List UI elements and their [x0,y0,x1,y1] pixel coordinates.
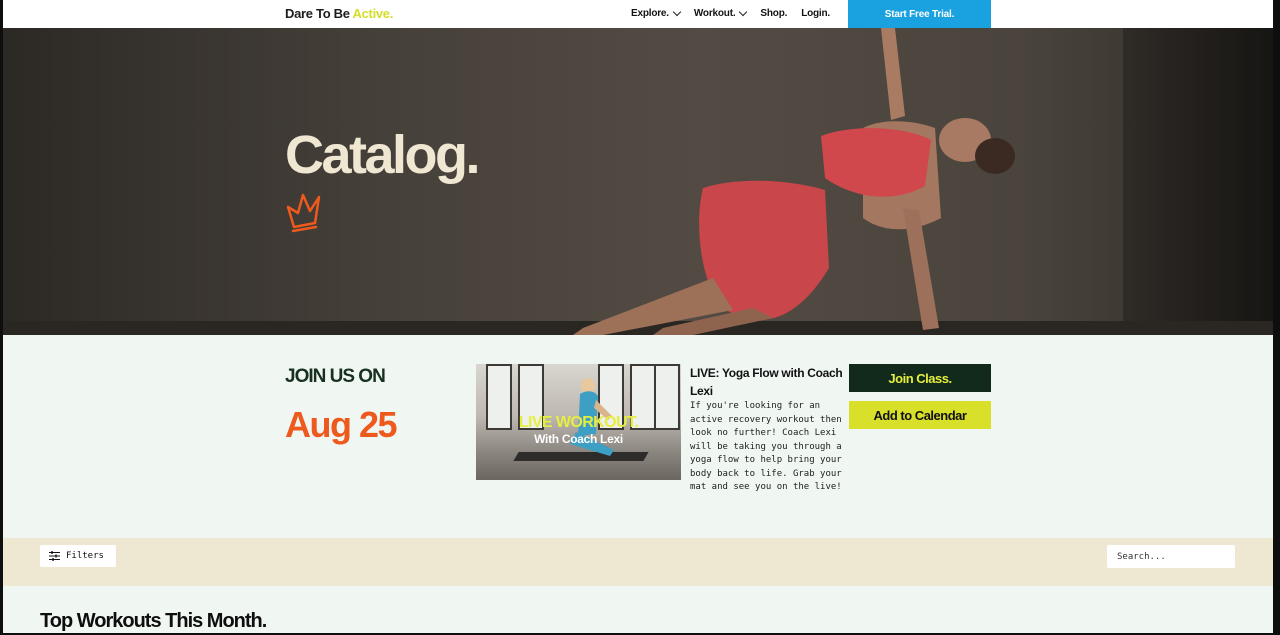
nav-login[interactable]: Login. [801,8,830,19]
nav-explore-label: Explore. [631,8,669,19]
crown-icon [286,193,321,233]
page: Dare To Be Active. Explore. Workout. Sho… [3,0,1273,633]
event-date: Aug 25 [285,404,398,445]
start-free-trial-button[interactable]: Start Free Trial. [848,0,991,28]
search-input[interactable] [1107,545,1235,568]
site-logo[interactable]: Dare To Be Active. [285,6,393,21]
event-title[interactable]: LIVE: Yoga Flow with Coach Lexi [690,364,845,400]
add-to-calendar-button[interactable]: Add to Calendar [849,401,991,429]
nav-shop[interactable]: Shop. [760,8,787,19]
sliders-icon [49,551,60,561]
nav-workout[interactable]: Workout. [693,7,748,19]
hero-athlete-image [573,28,1015,335]
event-description: If you're looking for an active recovery… [690,401,842,492]
top-nav: Dare To Be Active. Explore. Workout. Sho… [3,0,1273,28]
nav-links: Explore. Workout. Shop. Login. [631,7,830,19]
thumbnail-subtitle: With Coach Lexi [534,432,623,446]
nav-workout-label: Workout. [693,8,736,19]
chevron-down-icon [739,7,748,17]
event-thumbnail[interactable]: LIVE WORKOUT. With Coach Lexi [476,364,681,480]
filter-bar: Filters [3,538,1273,586]
filters-button[interactable]: Filters [40,545,116,567]
filters-label: Filters [66,551,104,561]
event-heading: JOIN US ON [285,366,386,387]
logo-main-text: Dare To Be [285,6,350,21]
page-title: Catalog. [285,125,481,185]
nav-explore[interactable]: Explore. [631,7,682,19]
hero-banner: Catalog. [3,28,1273,335]
logo-accent-text: Active. [352,6,394,21]
chevron-down-icon [672,7,682,17]
nav-shop-label: Shop. [760,8,788,19]
thumbnail-title: LIVE WORKOUT. [518,414,639,431]
join-class-button[interactable]: Join Class. [849,364,991,392]
top-workouts-heading: Top Workouts This Month. [40,610,267,632]
nav-login-label: Login. [801,8,830,19]
